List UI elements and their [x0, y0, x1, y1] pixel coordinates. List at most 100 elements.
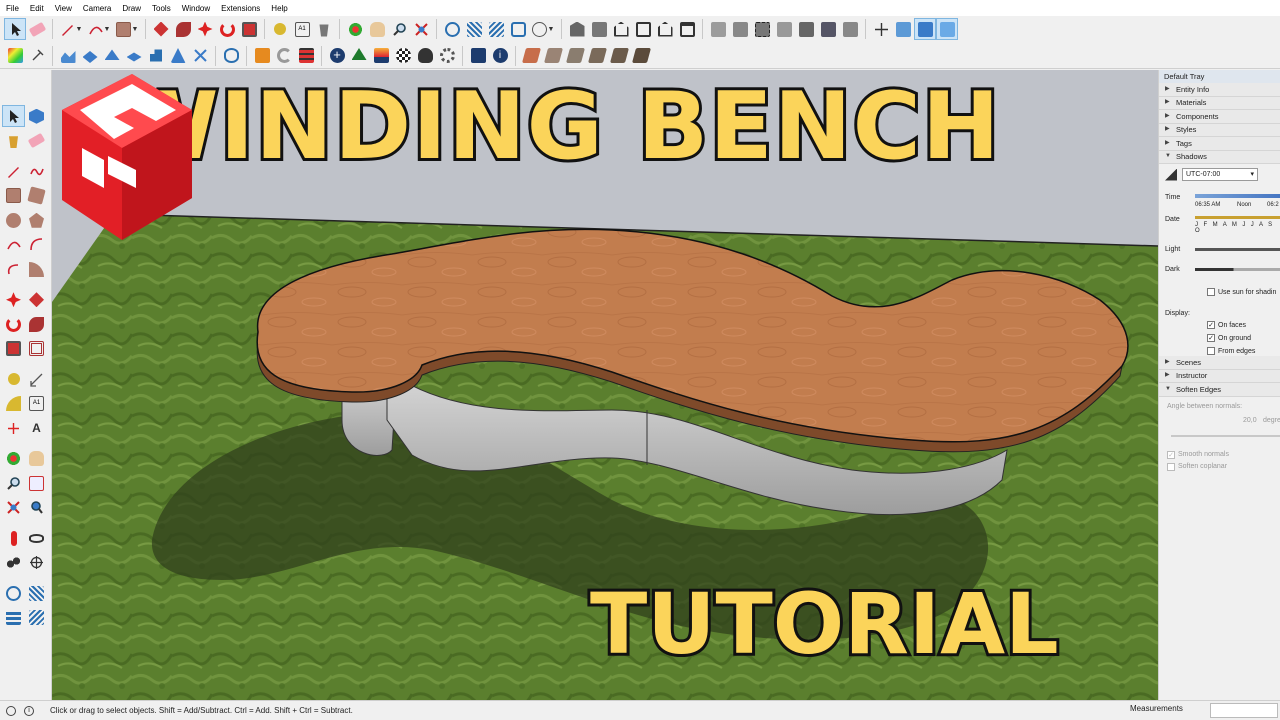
texture-tools-button[interactable] — [586, 45, 608, 67]
lp-pan-button[interactable] — [25, 448, 48, 470]
lp-component-button[interactable] — [25, 105, 48, 127]
tray-section-tags[interactable]: ▶ Tags — [1159, 137, 1280, 151]
rectangle-tool-button[interactable]: ▼ — [113, 18, 141, 40]
tray-section-instructor[interactable]: ▶ Instructor — [1159, 369, 1280, 383]
lp-scale-button[interactable] — [2, 338, 25, 360]
lp-rotate-button[interactable] — [2, 313, 25, 335]
section-fill-button[interactable] — [936, 18, 958, 40]
tray-section-scenes[interactable]: ▶ Scenes — [1159, 356, 1280, 370]
settings-gears-button[interactable] — [436, 45, 458, 67]
tray-section-shadows[interactable]: ▼ Shadows — [1159, 150, 1280, 164]
lp-follow-me-button[interactable] — [25, 313, 48, 335]
lp-zoom-button[interactable] — [2, 472, 25, 494]
arc-tool-button[interactable]: ▼ — [85, 18, 113, 40]
lp-zoom-extents-button[interactable] — [2, 497, 25, 519]
match-photo-button[interactable] — [564, 45, 586, 67]
zoom-extents-button[interactable] — [410, 18, 432, 40]
add-detail-button[interactable] — [167, 45, 189, 67]
lp-3d-text-button[interactable]: A — [25, 417, 48, 439]
lp-line-button[interactable] — [2, 160, 25, 182]
lp-tape-button[interactable] — [2, 368, 25, 390]
menu-help[interactable]: Help — [271, 4, 287, 13]
lp-look-around-button[interactable] — [25, 527, 48, 549]
use-sun-checkbox[interactable]: Use sun for shadin — [1207, 288, 1276, 296]
pin-tool-button[interactable] — [26, 45, 48, 67]
lp-section-plane-button[interactable] — [25, 552, 48, 574]
lp-pie-button[interactable] — [25, 258, 48, 280]
lp-dimension-button[interactable] — [25, 368, 48, 390]
shaded-textures-style-button[interactable] — [817, 18, 839, 40]
plugin-lines-button[interactable] — [295, 45, 317, 67]
lp-layers-button[interactable] — [2, 607, 25, 629]
lp-warehouse-button[interactable] — [2, 582, 25, 604]
lp-share-button[interactable] — [25, 607, 48, 629]
lp-zoom-window-button[interactable] — [25, 472, 48, 494]
lp-circle-button[interactable] — [2, 209, 25, 231]
follow-me-tool-button[interactable] — [172, 18, 194, 40]
menu-view[interactable]: View — [55, 4, 72, 13]
iso-view-button[interactable] — [566, 18, 588, 40]
add-button[interactable]: + — [326, 45, 348, 67]
menu-edit[interactable]: Edit — [30, 4, 44, 13]
smoove-button[interactable] — [101, 45, 123, 67]
texture-scale-button[interactable] — [630, 45, 652, 67]
materials-button[interactable] — [4, 45, 26, 67]
geo-location-icon[interactable] — [6, 705, 16, 716]
menu-extensions[interactable]: Extensions — [221, 4, 260, 13]
lp-rotated-rectangle-button[interactable] — [25, 185, 48, 207]
date-slider[interactable] — [1195, 216, 1280, 219]
tray-section-components[interactable]: ▶ Components — [1159, 110, 1280, 124]
lp-text-button[interactable]: A1 — [25, 393, 48, 415]
lp-move-button[interactable] — [2, 289, 25, 311]
lp-freehand-button[interactable] — [25, 160, 48, 182]
push-pull-tool-button[interactable] — [150, 18, 172, 40]
angle-slider[interactable] — [1171, 434, 1280, 437]
plugin-refresh-button[interactable] — [273, 45, 295, 67]
lp-protractor-button[interactable] — [2, 393, 25, 415]
soften-coplanar-checkbox[interactable]: Soften coplanar — [1167, 462, 1227, 471]
layout-button[interactable] — [507, 18, 529, 40]
monochrome-style-button[interactable] — [839, 18, 861, 40]
flip-edge-button[interactable] — [189, 45, 211, 67]
front-view-button[interactable] — [610, 18, 632, 40]
stamp-button[interactable] — [123, 45, 145, 67]
share-model-button[interactable] — [485, 18, 507, 40]
left-view-button[interactable] — [676, 18, 698, 40]
smooth-normals-checkbox[interactable]: ✓ Smooth normals — [1167, 450, 1229, 459]
menu-camera[interactable]: Camera — [83, 4, 111, 13]
pan-tool-button[interactable] — [366, 18, 388, 40]
texture-wrap-button[interactable] — [608, 45, 630, 67]
top-view-button[interactable] — [588, 18, 610, 40]
sandbox-from-contours-button[interactable] — [57, 45, 79, 67]
rotate-tool-button[interactable] — [216, 18, 238, 40]
lp-rectangle-button[interactable] — [2, 185, 25, 207]
view-button[interactable] — [220, 45, 242, 67]
lp-arc-button[interactable] — [2, 234, 25, 256]
text-tool-button[interactable]: A1 — [291, 18, 313, 40]
menu-file[interactable]: File — [6, 4, 19, 13]
drape-button[interactable] — [145, 45, 167, 67]
hidden-line-style-button[interactable] — [773, 18, 795, 40]
terrain-plugin-button[interactable] — [370, 45, 392, 67]
cloud-upload-button[interactable] — [414, 45, 436, 67]
section-plane-button[interactable] — [892, 18, 914, 40]
section-cuts-button[interactable] — [914, 18, 936, 40]
model-viewport[interactable]: WINDING BENCH TUTORIAL — [52, 70, 1158, 700]
mail-button[interactable] — [467, 45, 489, 67]
zoom-tool-button[interactable] — [388, 18, 410, 40]
tray-section-soften-edges[interactable]: ▼ Soften Edges — [1159, 383, 1280, 397]
account-button[interactable]: ▼ — [529, 18, 557, 40]
lp-axes-button[interactable] — [2, 417, 25, 439]
lp-orbit-button[interactable] — [2, 448, 25, 470]
paint-bucket-button[interactable] — [313, 18, 335, 40]
shaded-style-button[interactable] — [795, 18, 817, 40]
tray-section-styles[interactable]: ▶ Styles — [1159, 123, 1280, 137]
menu-window[interactable]: Window — [182, 4, 210, 13]
from-edges-checkbox[interactable]: From edges — [1207, 347, 1255, 355]
menu-tools[interactable]: Tools — [152, 4, 171, 13]
warehouse-button[interactable] — [441, 18, 463, 40]
measurements-input[interactable] — [1210, 703, 1278, 718]
select-tool-button[interactable] — [4, 18, 26, 40]
light-slider[interactable] — [1195, 248, 1280, 251]
texture-position-button[interactable] — [542, 45, 564, 67]
